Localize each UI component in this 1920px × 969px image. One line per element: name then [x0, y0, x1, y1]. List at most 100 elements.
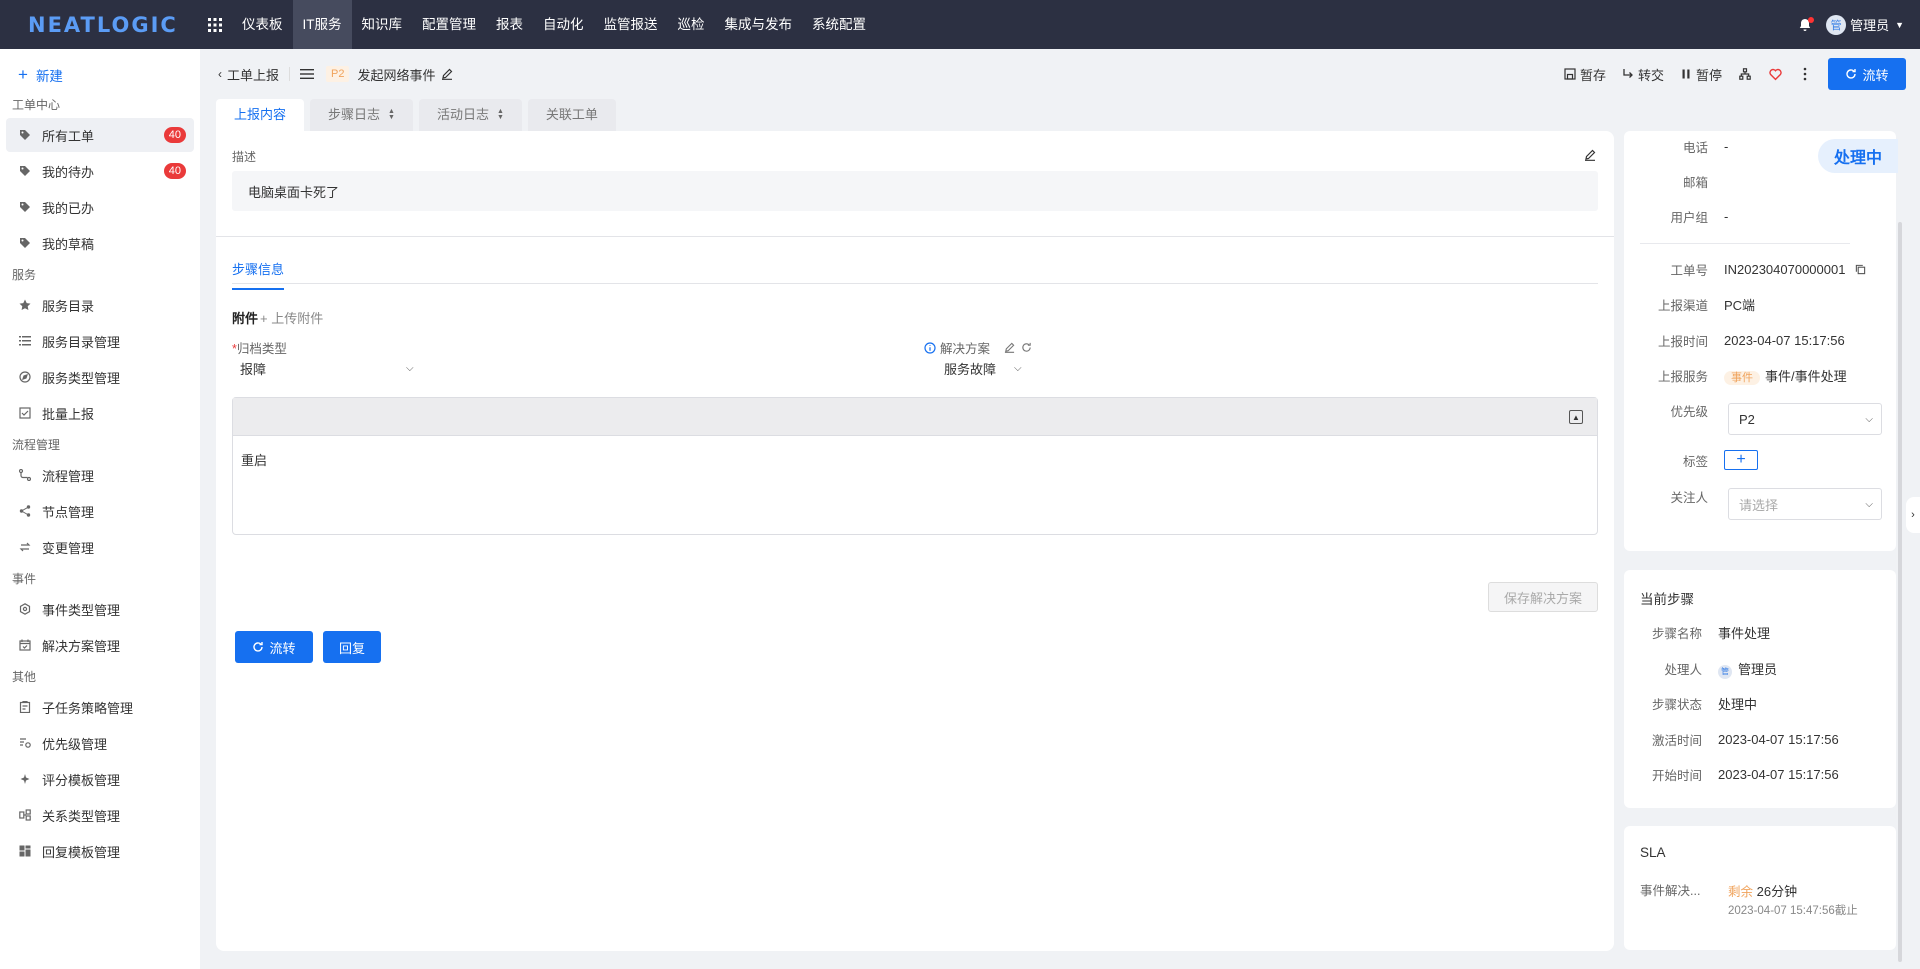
sidebar-item-service-catalog[interactable]: 服务目录 — [6, 288, 194, 322]
top-navbar: NEATLOGIC 仪表板 IT服务 知识库 配置管理 报表 自动化 监管报送 … — [0, 0, 1920, 49]
back-link[interactable]: ‹ 工单上报 — [218, 65, 279, 84]
sidebar-item-solution-management[interactable]: 解决方案管理 — [6, 628, 194, 662]
nav-knowledge[interactable]: 知识库 — [352, 0, 413, 49]
sidebar-group-process: 流程管理 — [12, 438, 61, 452]
field-label: 上报时间 — [1657, 335, 1708, 349]
chevron-right-icon[interactable]: › — [1906, 497, 1920, 533]
sidebar-item-my-drafts[interactable]: 我的草稿 — [6, 226, 194, 260]
tab-activity-log[interactable]: 活动日志 ▲ ▼ — [418, 99, 522, 131]
nav-regulatory[interactable]: 监管报送 — [594, 0, 668, 49]
edit-icon[interactable] — [1584, 149, 1596, 161]
nav-reports[interactable]: 报表 — [486, 0, 533, 49]
sidebar-item-label: 评分模板管理 — [42, 772, 121, 788]
archive-type-select[interactable]: 报障 ⌵ — [240, 359, 414, 378]
edit-icon[interactable] — [1004, 342, 1015, 353]
new-ticket-button[interactable]: + 新建 — [0, 60, 200, 90]
nav-it-service[interactable]: IT服务 — [292, 0, 352, 49]
sidebar-item-my-done[interactable]: 我的已办 — [6, 190, 194, 224]
divider — [232, 283, 1598, 284]
sidebar-item-catalog-management[interactable]: 服务目录管理 — [6, 324, 194, 358]
transfer-button[interactable]: 转交 — [1622, 65, 1664, 84]
field-value: 事件 事件/事件处理 — [1724, 366, 1847, 385]
checklist-icon — [18, 406, 32, 420]
flow-button[interactable]: 流转 — [1828, 58, 1906, 90]
nav-inspection[interactable]: 巡检 — [668, 0, 715, 49]
reply-button[interactable]: 回复 — [323, 631, 381, 663]
sidebar-item-subtask-policy[interactable]: 子任务策略管理 — [6, 690, 194, 724]
scrollbar[interactable] — [1898, 222, 1902, 962]
tab-step-log[interactable]: 步骤日志 ▲ ▼ — [310, 99, 413, 131]
watcher-select[interactable]: 请选择 ⌵ — [1728, 488, 1882, 520]
sidebar-item-batch-report[interactable]: 批量上报 — [6, 396, 194, 430]
field-value: - — [1724, 139, 1729, 154]
copy-icon[interactable] — [1855, 264, 1866, 275]
sidebar-item-relation-type[interactable]: 关系类型管理 — [6, 798, 194, 832]
add-tag-button[interactable]: + — [1724, 450, 1758, 470]
sort-icon: ▲ ▼ — [496, 108, 504, 121]
clipboard-icon — [18, 700, 32, 714]
sidebar-item-change-management[interactable]: 变更管理 — [6, 530, 194, 564]
flow-label: 流转 — [269, 640, 296, 656]
sidebar-item-rating-template[interactable]: 评分模板管理 — [6, 762, 194, 796]
save-draft-button[interactable]: 暂存 — [1564, 65, 1606, 84]
more-vertical-icon[interactable] — [1798, 67, 1812, 81]
nav-dashboard[interactable]: 仪表板 — [232, 0, 293, 49]
upload-attachment-link[interactable]: + 上传附件 — [260, 311, 323, 326]
nav-integration[interactable]: 集成与发布 — [715, 0, 803, 49]
hierarchy-icon[interactable] — [1738, 67, 1752, 81]
pause-button[interactable]: 暂停 — [1680, 65, 1722, 84]
collapse-icon[interactable]: ▲ — [1569, 410, 1583, 424]
nav-config[interactable]: 配置管理 — [412, 0, 486, 49]
editor-content[interactable]: 重启 — [233, 436, 1597, 483]
flow-button-bottom[interactable]: 流转 — [235, 631, 313, 663]
avatar[interactable]: 管 — [1826, 14, 1847, 35]
menu-icon[interactable] — [300, 68, 315, 80]
star-icon — [18, 298, 32, 312]
info-row-service: 上报服务 事件 事件/事件处理 — [1624, 366, 1884, 385]
sidebar-item-service-type[interactable]: 服务类型管理 — [6, 360, 194, 394]
step-row-handler: 处理人 管管理员 — [1618, 659, 1878, 679]
tag-icon — [18, 200, 32, 214]
field-label: 关注人 — [1670, 491, 1708, 505]
sidebar-group-service: 服务 — [12, 268, 37, 282]
tab-step-info[interactable]: 步骤信息 — [232, 259, 285, 290]
refresh-icon[interactable] — [1021, 342, 1032, 353]
sidebar-item-label: 子任务策略管理 — [42, 700, 134, 716]
priority-value: P2 — [1739, 411, 1755, 427]
sidebar-item-node-management[interactable]: 节点管理 — [6, 494, 194, 528]
save-solution-button[interactable]: 保存解决方案 — [1488, 582, 1598, 612]
field-value: PC端 — [1724, 298, 1756, 313]
sidebar-item-reply-template[interactable]: 回复模板管理 — [6, 834, 194, 868]
current-step-card: 当前步骤 步骤名称 事件处理 处理人 管管理员 步骤状态 处理中 激活时间 2023-0… — [1624, 570, 1896, 808]
edit-icon[interactable] — [441, 68, 453, 80]
sidebar-item-priority[interactable]: 优先级管理 — [6, 726, 194, 760]
bell-icon[interactable] — [1798, 16, 1815, 32]
sidebar-item-my-todo[interactable]: 我的待办 40 — [6, 154, 194, 188]
tab-related-tickets[interactable]: 关联工单 — [527, 99, 616, 131]
priority-select[interactable]: P2 ⌵ — [1728, 403, 1882, 435]
step-row-start-time: 开始时间 2023-04-07 15:17:56 — [1618, 765, 1878, 784]
sla-item-label: 事件解决... — [1640, 884, 1701, 898]
forward-icon — [1623, 69, 1633, 78]
sidebar-item-label: 批量上报 — [42, 406, 95, 422]
tab-report-content[interactable]: 上报内容 — [216, 99, 305, 131]
sidebar-group-event: 事件 — [12, 572, 37, 586]
solution-select[interactable]: 服务故障 ⌵ — [944, 359, 1022, 378]
nav-automation[interactable]: 自动化 — [533, 0, 594, 49]
nav-system[interactable]: 系统配置 — [802, 0, 876, 49]
sidebar-item-label: 服务目录管理 — [42, 334, 121, 350]
apps-grid-icon[interactable] — [200, 17, 230, 32]
back-label: 工单上报 — [227, 67, 280, 83]
sidebar-item-event-type[interactable]: 事件类型管理 — [6, 592, 194, 626]
sidebar-item-process-management[interactable]: 流程管理 — [6, 458, 194, 492]
heart-icon[interactable] — [1768, 67, 1782, 81]
sidebar-item-all-tickets[interactable]: 所有工单 40 — [6, 118, 194, 152]
chevron-down-icon[interactable]: ▼ — [1895, 20, 1904, 30]
field-label: 开始时间 — [1651, 769, 1702, 783]
brand-logo[interactable]: NEATLOGIC — [0, 13, 200, 37]
main-panel: 描述 电脑桌面卡死了 步骤信息 附件 + 上传附件 *归档类型 报障 ⌵ 解决方案 … — [216, 131, 1614, 951]
info-row-channel: 上报渠道 PC端 — [1624, 295, 1884, 314]
rich-text-editor[interactable]: ▲ 重启 — [232, 397, 1598, 535]
field-label: 上报服务 — [1657, 370, 1708, 384]
user-name[interactable]: 管理员 — [1850, 15, 1889, 34]
